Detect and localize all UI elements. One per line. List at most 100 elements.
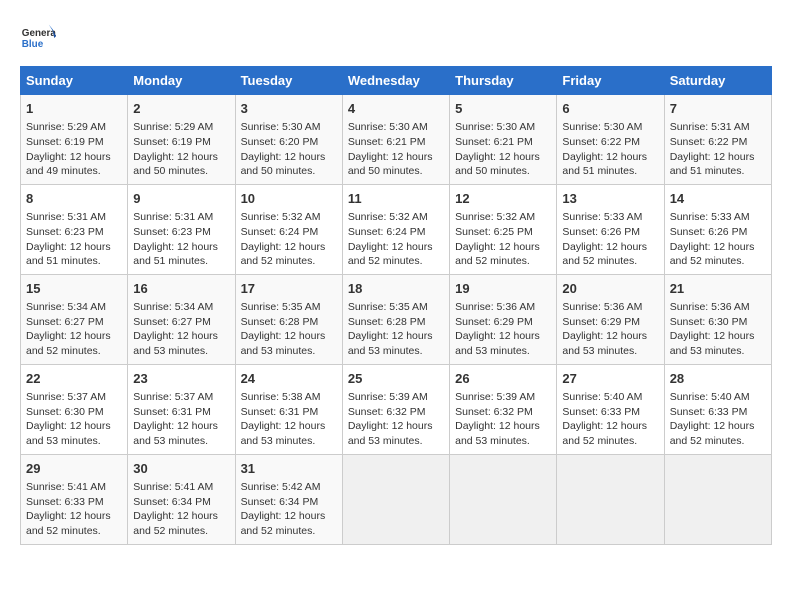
svg-text:General: General (22, 28, 56, 39)
cell-info-line: Daylight: 12 hours (670, 150, 766, 165)
cell-info-line: Sunset: 6:21 PM (455, 135, 551, 150)
cell-info-line: Daylight: 12 hours (455, 240, 551, 255)
cell-info-line: Sunrise: 5:40 AM (562, 390, 658, 405)
cell-info-line: Sunset: 6:34 PM (133, 495, 229, 510)
day-number: 5 (455, 100, 551, 118)
cell-info-line: Sunset: 6:27 PM (26, 315, 122, 330)
calendar-cell: 13Sunrise: 5:33 AMSunset: 6:26 PMDayligh… (557, 184, 664, 274)
col-header-monday: Monday (128, 67, 235, 95)
calendar-cell: 15Sunrise: 5:34 AMSunset: 6:27 PMDayligh… (21, 274, 128, 364)
calendar-cell: 18Sunrise: 5:35 AMSunset: 6:28 PMDayligh… (342, 274, 449, 364)
cell-info-line: Sunset: 6:24 PM (241, 225, 337, 240)
cell-info-line: Sunset: 6:20 PM (241, 135, 337, 150)
day-number: 14 (670, 190, 766, 208)
cell-info-line: Sunrise: 5:36 AM (562, 300, 658, 315)
cell-info-line: Daylight: 12 hours (348, 150, 444, 165)
cell-info-line: Sunset: 6:26 PM (670, 225, 766, 240)
calendar-cell: 14 Sunrise: 5:33 AMSunset: 6:26 PMDayligh… (664, 184, 771, 274)
calendar-cell: 22Sunrise: 5:37 AMSunset: 6:30 PMDayligh… (21, 364, 128, 454)
calendar-cell: 29Sunrise: 5:41 AMSunset: 6:33 PMDayligh… (21, 454, 128, 544)
cell-info-line: Daylight: 12 hours (348, 240, 444, 255)
day-number: 15 (26, 280, 122, 298)
cell-info-line: Sunrise: 5:38 AM (241, 390, 337, 405)
cell-info-line: Sunset: 6:27 PM (133, 315, 229, 330)
cell-info-line: Daylight: 12 hours (26, 150, 122, 165)
day-number: 12 (455, 190, 551, 208)
cell-info-line: Sunrise: 5:41 AM (26, 480, 122, 495)
cell-info-line: and 49 minutes. (26, 164, 122, 179)
cell-info-line: Sunrise: 5:35 AM (348, 300, 444, 315)
cell-info-line: Daylight: 12 hours (562, 150, 658, 165)
cell-info-line: Sunset: 6:29 PM (562, 315, 658, 330)
cell-info-line: Daylight: 12 hours (133, 329, 229, 344)
cell-info-line: Sunrise: 5:41 AM (133, 480, 229, 495)
day-number: 16 (133, 280, 229, 298)
cell-info-line: Sunrise: 5:31 AM (133, 210, 229, 225)
cell-info-line: Sunset: 6:31 PM (133, 405, 229, 420)
cell-info-line: Daylight: 12 hours (241, 329, 337, 344)
cell-info-line: Sunset: 6:30 PM (26, 405, 122, 420)
calendar-cell: 8Sunrise: 5:31 AMSunset: 6:23 PMDaylight… (21, 184, 128, 274)
cell-info-line: Daylight: 12 hours (670, 419, 766, 434)
cell-info-line: and 52 minutes. (670, 254, 766, 269)
cell-info-line: and 52 minutes. (562, 434, 658, 449)
cell-info-line: Sunrise: 5:42 AM (241, 480, 337, 495)
cell-info-line: Daylight: 12 hours (133, 150, 229, 165)
day-number: 2 (133, 100, 229, 118)
cell-info-line: and 50 minutes. (241, 164, 337, 179)
cell-info-line: and 52 minutes. (241, 524, 337, 539)
cell-info-line: and 51 minutes. (26, 254, 122, 269)
calendar-cell: 9Sunrise: 5:31 AMSunset: 6:23 PMDaylight… (128, 184, 235, 274)
calendar-cell: 12 Sunrise: 5:32 AMSunset: 6:25 PMDayligh… (450, 184, 557, 274)
day-number: 28 (670, 370, 766, 388)
cell-info-line: Daylight: 12 hours (562, 240, 658, 255)
calendar-cell: 23Sunrise: 5:37 AMSunset: 6:31 PMDayligh… (128, 364, 235, 454)
cell-info-line: Sunset: 6:22 PM (670, 135, 766, 150)
cell-info-line: Daylight: 12 hours (133, 509, 229, 524)
cell-info-line: and 53 minutes. (241, 434, 337, 449)
calendar-cell: 20Sunrise: 5:36 AMSunset: 6:29 PMDayligh… (557, 274, 664, 364)
cell-info-line: and 53 minutes. (348, 434, 444, 449)
cell-info-line: Sunrise: 5:34 AM (133, 300, 229, 315)
day-number: 13 (562, 190, 658, 208)
cell-info-line: Daylight: 12 hours (670, 329, 766, 344)
cell-info-line: and 50 minutes. (348, 164, 444, 179)
cell-info-line: and 52 minutes. (455, 254, 551, 269)
cell-info-line: Daylight: 12 hours (133, 240, 229, 255)
cell-info-line: Sunset: 6:19 PM (133, 135, 229, 150)
cell-info-line: Daylight: 12 hours (241, 150, 337, 165)
cell-info-line: and 53 minutes. (562, 344, 658, 359)
cell-info-line: Sunset: 6:25 PM (455, 225, 551, 240)
cell-info-line: Sunrise: 5:30 AM (455, 120, 551, 135)
cell-info-line: Sunrise: 5:36 AM (455, 300, 551, 315)
cell-info-line: and 53 minutes. (670, 344, 766, 359)
col-header-sunday: Sunday (21, 67, 128, 95)
calendar-cell (664, 454, 771, 544)
cell-info-line: Sunrise: 5:29 AM (133, 120, 229, 135)
col-header-wednesday: Wednesday (342, 67, 449, 95)
cell-info-line: Sunrise: 5:30 AM (562, 120, 658, 135)
page-header: General Blue (20, 20, 772, 56)
cell-info-line: Sunset: 6:33 PM (562, 405, 658, 420)
cell-info-line: Sunset: 6:21 PM (348, 135, 444, 150)
cell-info-line: and 53 minutes. (455, 434, 551, 449)
day-number: 24 (241, 370, 337, 388)
cell-info-line: and 52 minutes. (26, 344, 122, 359)
cell-info-line: Sunset: 6:33 PM (26, 495, 122, 510)
cell-info-line: Daylight: 12 hours (26, 419, 122, 434)
col-header-tuesday: Tuesday (235, 67, 342, 95)
cell-info-line: Daylight: 12 hours (670, 240, 766, 255)
cell-info-line: Sunrise: 5:29 AM (26, 120, 122, 135)
cell-info-line: and 53 minutes. (26, 434, 122, 449)
cell-info-line: Sunrise: 5:30 AM (348, 120, 444, 135)
cell-info-line: Sunrise: 5:32 AM (455, 210, 551, 225)
calendar-cell: 11Sunrise: 5:32 AMSunset: 6:24 PMDayligh… (342, 184, 449, 274)
cell-info-line: Daylight: 12 hours (455, 419, 551, 434)
calendar-cell: 2 Sunrise: 5:29 AMSunset: 6:19 PMDaylight… (128, 95, 235, 185)
svg-text:Blue: Blue (22, 39, 44, 50)
cell-info-line: Sunrise: 5:33 AM (670, 210, 766, 225)
col-header-friday: Friday (557, 67, 664, 95)
day-number: 9 (133, 190, 229, 208)
cell-info-line: Daylight: 12 hours (455, 329, 551, 344)
day-number: 30 (133, 460, 229, 478)
